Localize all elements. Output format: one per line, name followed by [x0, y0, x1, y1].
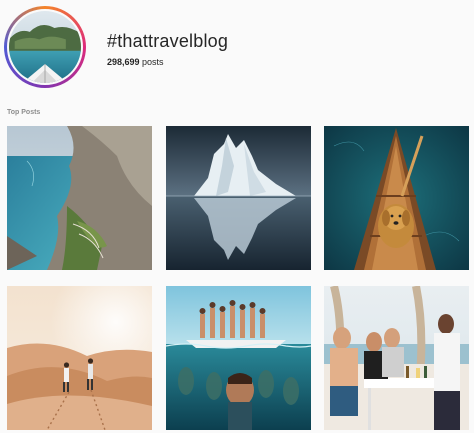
post-thumbnail-5[interactable]: [166, 286, 311, 430]
top-posts-label: Top Posts: [7, 109, 41, 116]
post-count-number: 298,699: [107, 57, 140, 67]
post-thumbnail-6[interactable]: [324, 286, 469, 430]
post-count: 298,699 posts: [107, 57, 164, 67]
post-thumbnail-3[interactable]: [324, 126, 469, 270]
post-thumbnail-2[interactable]: [166, 126, 311, 270]
post-count-suffix: posts: [139, 57, 164, 67]
hashtag-title: #thattravelblog: [107, 31, 229, 51]
post-image-coast: [7, 126, 152, 270]
post-thumbnail-4[interactable]: [7, 286, 152, 430]
post-image-dog-canoe: [324, 126, 469, 270]
post-image-table-sea: [324, 286, 469, 430]
post-thumbnail-1[interactable]: [7, 126, 152, 270]
post-image-desert: [7, 286, 152, 430]
post-image-iceberg: [166, 126, 311, 270]
hashtag-avatar[interactable]: [4, 6, 86, 88]
hashtag-page: #thattravelblog 298,699 posts Top Posts: [0, 0, 474, 433]
post-image-boat-underwater: [166, 286, 311, 430]
avatar-image: [7, 9, 83, 85]
